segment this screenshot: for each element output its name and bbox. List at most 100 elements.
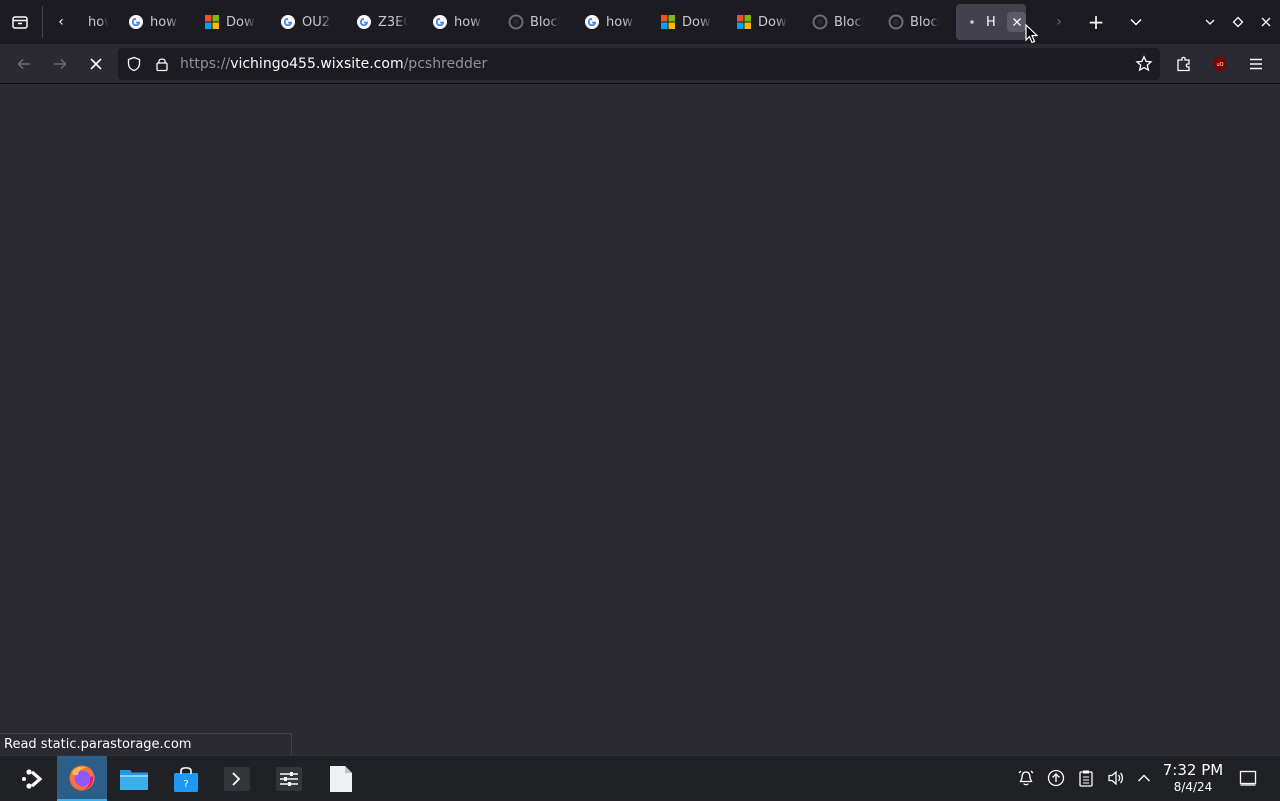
tab-0[interactable]: how [58, 4, 108, 40]
firefox-icon [69, 765, 95, 790]
tab-7[interactable]: how [576, 4, 652, 40]
hamburger-menu-icon [1250, 58, 1262, 70]
new-tab-button[interactable]: + [1078, 4, 1114, 40]
tab-1[interactable]: how [120, 4, 196, 40]
app-menu-button[interactable] [1240, 48, 1272, 80]
shield-icon [127, 56, 141, 72]
tab-3[interactable]: OU2 [272, 4, 348, 40]
tab-label: H [986, 14, 996, 30]
stop-icon [90, 58, 102, 70]
tab-label: Block [834, 14, 864, 30]
tab-label: OU2 [302, 14, 331, 30]
navigation-toolbar: https://vichingo455.wixsite.com/pcshredd… [0, 44, 1280, 84]
tab-close-button[interactable] [1007, 12, 1026, 32]
close-window-button[interactable] [1248, 4, 1280, 40]
firefox-icon [66, 14, 82, 30]
tab-6[interactable]: Block [500, 4, 576, 40]
tray-notifications[interactable] [1015, 767, 1037, 789]
tracking-protection-button[interactable] [120, 50, 148, 78]
document-icon [330, 765, 352, 792]
page-content [0, 84, 1280, 755]
scroll-tabs-right-button[interactable]: › [1046, 4, 1072, 40]
tray-update-manager[interactable] [1045, 767, 1067, 789]
clipboard-icon [1079, 770, 1093, 787]
svg-text:uO: uO [1216, 62, 1223, 68]
url-scheme: https:// [180, 56, 231, 72]
stop-loading-button[interactable] [80, 48, 112, 80]
taskbar-konsole[interactable] [212, 756, 262, 801]
arrow-left-icon [17, 58, 30, 70]
bookmark-button[interactable] [1130, 50, 1158, 78]
github-icon [508, 14, 524, 30]
tab-10[interactable]: Block [804, 4, 880, 40]
sliders-icon [276, 766, 302, 791]
taskbar-discover[interactable]: ? [161, 756, 211, 801]
google-icon [356, 14, 372, 30]
address-bar[interactable]: https://vichingo455.wixsite.com/pcshredd… [118, 48, 1160, 80]
tab-5[interactable]: how [424, 4, 500, 40]
microsoft-icon [204, 14, 220, 30]
url-text[interactable]: https://vichingo455.wixsite.com/pcshredd… [180, 56, 487, 72]
application-launcher-button[interactable] [8, 756, 58, 801]
github-icon [888, 14, 904, 30]
github-icon [812, 14, 828, 30]
forward-button[interactable] [44, 48, 76, 80]
shopping-bag-icon: ? [174, 766, 198, 792]
ublock-icon: uO [1214, 56, 1226, 72]
taskbar-firefox[interactable] [57, 756, 107, 801]
extensions-button[interactable] [1168, 48, 1200, 80]
firefox-view-button[interactable] [2, 4, 38, 40]
tab-label: how [88, 14, 108, 30]
tab-label: Dow [758, 14, 787, 30]
chevron-up-icon [1138, 774, 1150, 782]
back-button[interactable] [8, 48, 40, 80]
taskbar-text-editor[interactable] [316, 756, 366, 801]
tab-label: Z3EC [378, 14, 408, 30]
google-icon [128, 14, 144, 30]
close-icon [1012, 18, 1021, 26]
steamos-launcher-icon [22, 768, 43, 789]
tab-9[interactable]: Dow [728, 4, 804, 40]
tab-8[interactable]: Dow [652, 4, 728, 40]
close-icon [1261, 17, 1271, 27]
tray-volume[interactable] [1105, 767, 1127, 789]
chevron-down-icon [1130, 18, 1142, 26]
tab-11[interactable]: Block [880, 4, 956, 40]
tab-label: how [454, 14, 481, 30]
digital-clock[interactable]: 7:32 PM 8/4/24 [1158, 760, 1228, 794]
tray-expand-button[interactable] [1133, 767, 1155, 789]
tab-12[interactable]: H [956, 4, 1026, 40]
tab-2[interactable]: Dow [196, 4, 272, 40]
tabstrip-separator [42, 6, 43, 38]
mouse-cursor-icon [1025, 24, 1039, 44]
tray-clipboard[interactable] [1075, 767, 1097, 789]
lock-icon [156, 58, 168, 72]
tab-label: how [606, 14, 633, 30]
url-path: /pcshredder [403, 56, 488, 72]
tab-4[interactable]: Z3EC [348, 4, 424, 40]
update-icon [1047, 769, 1065, 787]
microsoft-icon [736, 14, 752, 30]
ublock-origin-button[interactable]: uO [1204, 48, 1236, 80]
list-all-tabs-button[interactable] [1118, 4, 1154, 40]
google-icon [280, 14, 296, 30]
minimize-icon [1205, 19, 1215, 25]
chevron-right-icon: › [1056, 14, 1062, 30]
plus-icon: + [1087, 10, 1105, 34]
taskbar-file-manager[interactable] [109, 756, 159, 801]
taskbar-system-settings[interactable] [264, 756, 314, 801]
tab-label: Dow [226, 14, 255, 30]
tab-label: Block [910, 14, 940, 30]
speaker-icon [1108, 770, 1124, 786]
star-icon [1135, 55, 1153, 72]
show-desktop-button[interactable] [1237, 767, 1259, 789]
arrow-right-icon [54, 58, 67, 70]
alarm-bell-icon [1018, 770, 1034, 786]
desktop-icon [1239, 770, 1257, 786]
svg-text:?: ? [183, 779, 188, 790]
clock-time: 7:32 PM [1162, 761, 1224, 779]
url-host: vichingo455.wixsite.com [230, 56, 404, 72]
browser-window: ‹ howhowDowOU2Z3EChowBlockhowDowDowBlock… [0, 0, 1280, 755]
status-panel: Read static.parastorage.com [0, 733, 292, 755]
site-identity-button[interactable] [148, 50, 176, 78]
